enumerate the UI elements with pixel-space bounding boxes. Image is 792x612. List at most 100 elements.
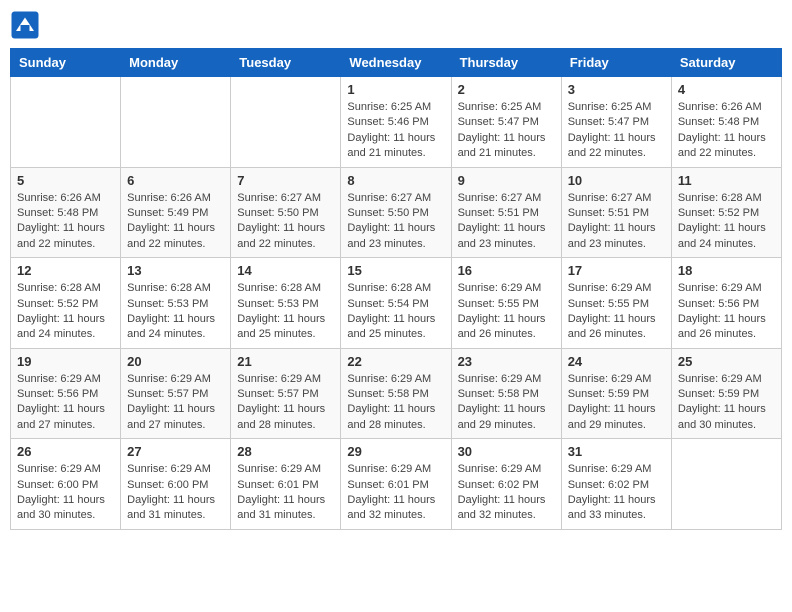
calendar-table: SundayMondayTuesdayWednesdayThursdayFrid… xyxy=(10,48,782,530)
calendar-cell: 12Sunrise: 6:28 AMSunset: 5:52 PMDayligh… xyxy=(11,258,121,349)
day-info: Sunrise: 6:25 AMSunset: 5:47 PMDaylight:… xyxy=(568,100,665,162)
calendar-cell: 8 Sunrise: 6:27 AMSunset: 5:50 PMDaylight… xyxy=(341,167,451,258)
day-info: Sunrise: 6:27 AMSunset: 5:51 PMDaylight:… xyxy=(568,191,665,253)
day-number: 19 xyxy=(17,354,114,369)
header-wednesday: Wednesday xyxy=(341,49,451,77)
day-info: Sunrise: 6:29 AMSunset: 6:02 PMDaylight:… xyxy=(568,462,665,524)
calendar-cell: 29 Sunrise: 6:29 AMSunset: 6:01 PMDayligh… xyxy=(341,439,451,530)
calendar-cell: 27Sunrise: 6:29 AMSunset: 6:00 PMDayligh… xyxy=(121,439,231,530)
day-number: 28 xyxy=(237,444,334,459)
day-info: Sunrise: 6:29 AMSunset: 5:58 PMDaylight:… xyxy=(347,372,444,434)
calendar-cell: 14 Sunrise: 6:28 AMSunset: 5:53 PMDayligh… xyxy=(231,258,341,349)
day-info: Sunrise: 6:28 AMSunset: 5:52 PMDaylight:… xyxy=(678,191,775,253)
day-number: 2 xyxy=(458,82,555,97)
day-info: Sunrise: 6:29 AMSunset: 6:00 PMDaylight:… xyxy=(127,462,224,524)
day-info: Sunrise: 6:27 AMSunset: 5:51 PMDaylight:… xyxy=(458,191,555,253)
calendar-cell: 9 Sunrise: 6:27 AMSunset: 5:51 PMDaylight… xyxy=(451,167,561,258)
calendar-cell: 18 Sunrise: 6:29 AMSunset: 5:56 PMDayligh… xyxy=(671,258,781,349)
calendar-cell: 28 Sunrise: 6:29 AMSunset: 6:01 PMDayligh… xyxy=(231,439,341,530)
calendar-cell xyxy=(11,77,121,168)
calendar-cell: 1 Sunrise: 6:25 AMSunset: 5:46 PMDaylight… xyxy=(341,77,451,168)
calendar-cell xyxy=(671,439,781,530)
calendar-cell: 4 Sunrise: 6:26 AMSunset: 5:48 PMDaylight… xyxy=(671,77,781,168)
day-number: 1 xyxy=(347,82,444,97)
day-number: 10 xyxy=(568,173,665,188)
day-number: 25 xyxy=(678,354,775,369)
calendar-cell: 19Sunrise: 6:29 AMSunset: 5:56 PMDayligh… xyxy=(11,348,121,439)
day-number: 21 xyxy=(237,354,334,369)
day-number: 18 xyxy=(678,263,775,278)
calendar-cell: 17 Sunrise: 6:29 AMSunset: 5:55 PMDayligh… xyxy=(561,258,671,349)
day-info: Sunrise: 6:29 AMSunset: 6:01 PMDaylight:… xyxy=(237,462,334,524)
calendar-cell: 7 Sunrise: 6:27 AMSunset: 5:50 PMDaylight… xyxy=(231,167,341,258)
calendar-cell: 15 Sunrise: 6:28 AMSunset: 5:54 PMDayligh… xyxy=(341,258,451,349)
calendar-cell: 22 Sunrise: 6:29 AMSunset: 5:58 PMDayligh… xyxy=(341,348,451,439)
calendar-cell: 25 Sunrise: 6:29 AMSunset: 5:59 PMDayligh… xyxy=(671,348,781,439)
day-info: Sunrise: 6:29 AMSunset: 6:02 PMDaylight:… xyxy=(458,462,555,524)
day-number: 14 xyxy=(237,263,334,278)
calendar-cell: 13 Sunrise: 6:28 AMSunset: 5:53 PMDayligh… xyxy=(121,258,231,349)
page-header xyxy=(10,10,782,40)
calendar-cell: 26Sunrise: 6:29 AMSunset: 6:00 PMDayligh… xyxy=(11,439,121,530)
day-info: Sunrise: 6:27 AMSunset: 5:50 PMDaylight:… xyxy=(237,191,334,253)
day-info: Sunrise: 6:28 AMSunset: 5:53 PMDaylight:… xyxy=(237,281,334,343)
day-number: 6 xyxy=(127,173,224,188)
day-info: Sunrise: 6:29 AMSunset: 5:59 PMDaylight:… xyxy=(568,372,665,434)
day-number: 23 xyxy=(458,354,555,369)
day-info: Sunrise: 6:25 AMSunset: 5:47 PMDaylight:… xyxy=(458,100,555,162)
calendar-cell: 23 Sunrise: 6:29 AMSunset: 5:58 PMDayligh… xyxy=(451,348,561,439)
day-number: 20 xyxy=(127,354,224,369)
day-info: Sunrise: 6:27 AMSunset: 5:50 PMDaylight:… xyxy=(347,191,444,253)
calendar-cell: 30 Sunrise: 6:29 AMSunset: 6:02 PMDayligh… xyxy=(451,439,561,530)
day-info: Sunrise: 6:29 AMSunset: 5:59 PMDaylight:… xyxy=(678,372,775,434)
header-monday: Monday xyxy=(121,49,231,77)
day-info: Sunrise: 6:26 AMSunset: 5:49 PMDaylight:… xyxy=(127,191,224,253)
calendar-cell: 16 Sunrise: 6:29 AMSunset: 5:55 PMDayligh… xyxy=(451,258,561,349)
calendar-cell: 31 Sunrise: 6:29 AMSunset: 6:02 PMDayligh… xyxy=(561,439,671,530)
day-info: Sunrise: 6:28 AMSunset: 5:54 PMDaylight:… xyxy=(347,281,444,343)
day-number: 9 xyxy=(458,173,555,188)
calendar-cell xyxy=(121,77,231,168)
day-info: Sunrise: 6:29 AMSunset: 5:58 PMDaylight:… xyxy=(458,372,555,434)
day-info: Sunrise: 6:26 AMSunset: 5:48 PMDaylight:… xyxy=(678,100,775,162)
day-number: 12 xyxy=(17,263,114,278)
day-info: Sunrise: 6:29 AMSunset: 6:01 PMDaylight:… xyxy=(347,462,444,524)
calendar-cell: 6 Sunrise: 6:26 AMSunset: 5:49 PMDaylight… xyxy=(121,167,231,258)
day-info: Sunrise: 6:29 AMSunset: 5:56 PMDaylight:… xyxy=(678,281,775,343)
day-number: 4 xyxy=(678,82,775,97)
logo xyxy=(10,10,42,40)
day-number: 22 xyxy=(347,354,444,369)
calendar-cell: 10 Sunrise: 6:27 AMSunset: 5:51 PMDayligh… xyxy=(561,167,671,258)
day-number: 5 xyxy=(17,173,114,188)
header-sunday: Sunday xyxy=(11,49,121,77)
day-number: 15 xyxy=(347,263,444,278)
calendar-cell: 11Sunrise: 6:28 AMSunset: 5:52 PMDayligh… xyxy=(671,167,781,258)
day-info: Sunrise: 6:29 AMSunset: 5:55 PMDaylight:… xyxy=(458,281,555,343)
day-number: 7 xyxy=(237,173,334,188)
calendar-cell xyxy=(231,77,341,168)
day-info: Sunrise: 6:29 AMSunset: 6:00 PMDaylight:… xyxy=(17,462,114,524)
calendar-cell: 3 Sunrise: 6:25 AMSunset: 5:47 PMDaylight… xyxy=(561,77,671,168)
day-number: 13 xyxy=(127,263,224,278)
day-number: 17 xyxy=(568,263,665,278)
day-number: 31 xyxy=(568,444,665,459)
day-info: Sunrise: 6:29 AMSunset: 5:55 PMDaylight:… xyxy=(568,281,665,343)
day-info: Sunrise: 6:26 AMSunset: 5:48 PMDaylight:… xyxy=(17,191,114,253)
header-friday: Friday xyxy=(561,49,671,77)
day-number: 3 xyxy=(568,82,665,97)
calendar-cell: 20Sunrise: 6:29 AMSunset: 5:57 PMDayligh… xyxy=(121,348,231,439)
day-number: 16 xyxy=(458,263,555,278)
day-info: Sunrise: 6:29 AMSunset: 5:57 PMDaylight:… xyxy=(237,372,334,434)
day-info: Sunrise: 6:28 AMSunset: 5:53 PMDaylight:… xyxy=(127,281,224,343)
calendar-cell: 24 Sunrise: 6:29 AMSunset: 5:59 PMDayligh… xyxy=(561,348,671,439)
header-thursday: Thursday xyxy=(451,49,561,77)
header-saturday: Saturday xyxy=(671,49,781,77)
day-number: 8 xyxy=(347,173,444,188)
calendar-cell: 21 Sunrise: 6:29 AMSunset: 5:57 PMDayligh… xyxy=(231,348,341,439)
calendar-cell: 5 Sunrise: 6:26 AMSunset: 5:48 PMDaylight… xyxy=(11,167,121,258)
day-info: Sunrise: 6:25 AMSunset: 5:46 PMDaylight:… xyxy=(347,100,444,162)
logo-icon xyxy=(10,10,40,40)
day-number: 24 xyxy=(568,354,665,369)
day-number: 29 xyxy=(347,444,444,459)
day-number: 30 xyxy=(458,444,555,459)
